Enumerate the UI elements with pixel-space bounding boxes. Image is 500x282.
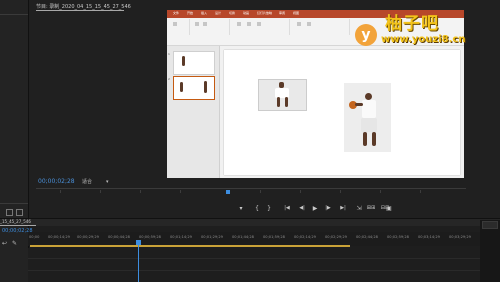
mark-in-button[interactable]: {: [252, 205, 262, 212]
player-head: [365, 93, 372, 100]
ruler-label: 00;01;14;29: [170, 235, 192, 239]
ruler-label: 00;01;29;29: [201, 235, 223, 239]
ruler-label: 00;00;14;29: [48, 235, 70, 239]
tab-underline: [36, 10, 124, 11]
ruler-label: 00;02;59;28: [387, 235, 409, 239]
ppt-tab-insert: 插入: [201, 11, 208, 15]
monitor-playhead[interactable]: [226, 190, 230, 194]
slide-thumbnail-2: [173, 76, 215, 100]
ppt-slide-canvas: [224, 50, 460, 175]
timeline-header: [0, 218, 500, 226]
track-divider: [28, 258, 480, 259]
slide-image-player-dribble: [258, 79, 307, 111]
thumb-figure: [204, 81, 207, 93]
track-divider: [28, 270, 480, 271]
new-item-icon[interactable]: [16, 209, 23, 216]
sequence-tab[interactable]: _15_45_27_546: [0, 219, 31, 224]
ruler-label: 00;02;29;29: [325, 235, 347, 239]
thumb-figure: [182, 56, 185, 66]
go-to-in-button[interactable]: |◀: [282, 205, 292, 211]
slide-image-player-ball: [344, 83, 391, 152]
zoom-fit-dropdown[interactable]: 适合: [82, 178, 92, 185]
ruler-label: 00;02;14;29: [294, 235, 316, 239]
step-back-button[interactable]: ◀|: [297, 205, 307, 211]
mark-out-button[interactable]: }: [264, 205, 274, 212]
snap-icon[interactable]: ↩: [2, 240, 7, 247]
thumb-figure: [180, 82, 183, 92]
ppt-tab-design: 设计: [215, 11, 222, 15]
player-leg: [285, 97, 288, 107]
player-leg: [363, 132, 367, 146]
ruler-label: 00;00;59;28: [139, 235, 161, 239]
ppt-tab-file: 文件: [173, 11, 180, 15]
ruler-label: 00;00;29;29: [77, 235, 99, 239]
ribbon-group: [167, 19, 190, 35]
ribbon-icon: [297, 22, 301, 26]
ruler-label: 00;01;44;28: [232, 235, 254, 239]
ppt-tab-animations: 动画: [243, 11, 250, 15]
ribbon-icon: [237, 22, 241, 26]
scrub-tick: [340, 190, 341, 193]
watermark-name: 柚子吧: [385, 14, 439, 34]
player-jersey: [362, 100, 376, 118]
scrub-tick: [420, 190, 421, 193]
player-leg: [277, 97, 280, 107]
ribbon-icon: [195, 22, 199, 26]
scrub-tick: [140, 190, 141, 193]
ruler-label: 00;00;44;28: [108, 235, 130, 239]
timeline-tracks[interactable]: [28, 248, 480, 282]
ribbon-icon: [257, 22, 261, 26]
scrub-tick: [100, 190, 101, 193]
timeline-playhead-line: [138, 240, 139, 282]
ribbon-icon: [203, 22, 207, 26]
lift-button[interactable]: ⊞⊞: [366, 205, 376, 211]
ruler-label: 00;02;44;28: [356, 235, 378, 239]
ruler-label: 00;01;59;28: [263, 235, 285, 239]
slide-thumbnail-1: [173, 51, 215, 75]
work-area-bar[interactable]: [30, 245, 350, 247]
wrench-icon[interactable]: ✎: [12, 240, 17, 247]
player-leg: [372, 132, 376, 146]
scrollbar-thumb[interactable]: [482, 221, 498, 229]
list-view-icon[interactable]: [6, 209, 13, 216]
scrub-tick: [300, 190, 301, 193]
play-button[interactable]: ▶: [310, 205, 320, 212]
player-arm: [355, 103, 363, 106]
export-frame-button[interactable]: ▣: [384, 205, 394, 212]
ppt-tab-slideshow: 幻灯片放映: [257, 11, 273, 15]
insert-button[interactable]: ⇲: [354, 205, 364, 212]
ruler-label: 00;03;29;29: [449, 235, 471, 239]
ruler-label: 00;00: [29, 235, 40, 239]
ppt-tab-transitions: 切换: [229, 11, 236, 15]
program-monitor-tab[interactable]: 节目: 录制_2020_04_15_15_45_27_546: [36, 3, 131, 10]
panel-divider: [0, 14, 28, 15]
ppt-tab-home: 开始: [187, 11, 194, 15]
paste-icon: [173, 22, 177, 26]
ppt-tab-view: 视图: [293, 11, 300, 15]
ppt-tab-review: 审阅: [279, 11, 286, 15]
step-forward-button[interactable]: |▶: [323, 205, 333, 211]
add-marker-button[interactable]: ▾: [236, 205, 246, 212]
scrub-tick: [260, 190, 261, 193]
playhead-timecode[interactable]: 00;00;02;28: [38, 178, 75, 185]
scrub-tick: [380, 190, 381, 193]
tab-underline: [0, 225, 36, 226]
vertical-scrollbar[interactable]: [480, 220, 500, 282]
ruler-label: 00;03;14;29: [418, 235, 440, 239]
ribbon-icon: [307, 22, 311, 26]
slide-number: 1: [168, 52, 170, 56]
chevron-down-icon[interactable]: ▾: [106, 179, 109, 185]
player-shorts: [361, 118, 377, 132]
watermark-logo-icon: y: [355, 24, 377, 46]
scrub-tick: [60, 190, 61, 193]
timeline-playhead[interactable]: [136, 240, 141, 245]
go-to-out-button[interactable]: ▶|: [338, 205, 348, 211]
slide-number: 2: [168, 77, 170, 81]
scrub-tick: [180, 190, 181, 193]
watermark-url: www.youzi8.cn: [381, 34, 466, 45]
ribbon-icon: [247, 22, 251, 26]
panel-divider: [0, 203, 28, 204]
